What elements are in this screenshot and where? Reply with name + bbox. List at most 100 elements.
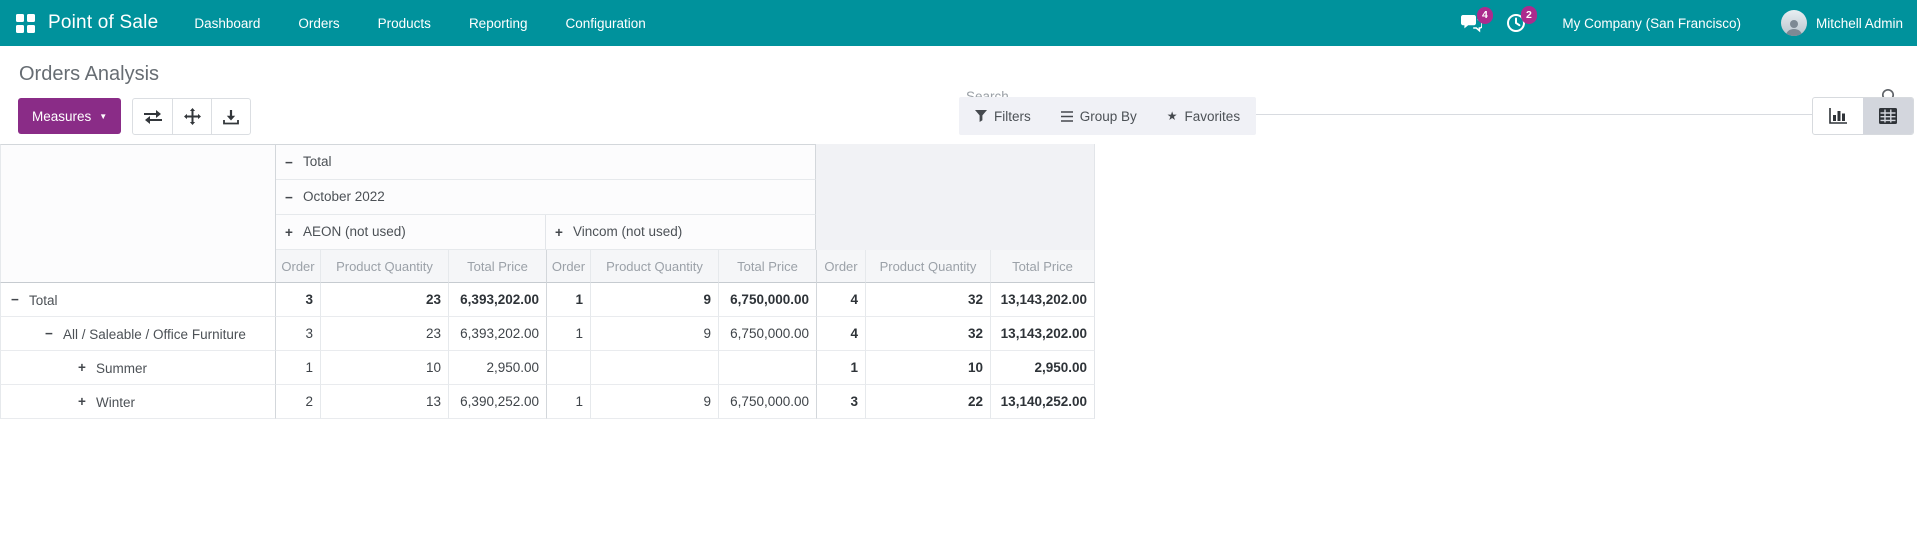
menu-item-dashboard[interactable]: Dashboard	[175, 2, 279, 45]
measure-product-quantity[interactable]: Product Quantity	[590, 250, 718, 283]
user-menu[interactable]: Mitchell Admin	[1816, 16, 1903, 31]
cell[interactable]: 32	[865, 317, 990, 351]
expand-all-button[interactable]	[172, 99, 211, 134]
row-header-all-saleable-office-furniture[interactable]: −All / Saleable / Office Furniture	[0, 317, 276, 351]
pivot-header-spacer	[816, 144, 1095, 250]
cell[interactable]: 4	[816, 283, 865, 317]
row-header-summer[interactable]: +Summer	[0, 351, 276, 385]
filters-dropdown[interactable]: Filters	[975, 109, 1031, 124]
cell[interactable]: 2,950.00	[448, 351, 546, 385]
cell[interactable]: 9	[590, 385, 718, 419]
cell[interactable]: 1	[546, 283, 590, 317]
cell[interactable]: 9	[590, 283, 718, 317]
activities-count-badge: 2	[1521, 6, 1538, 24]
measure-total-price[interactable]: Total Price	[718, 250, 816, 283]
measures-button-label: Measures	[32, 109, 91, 124]
cell[interactable]: 9	[590, 317, 718, 351]
cell[interactable]: 1	[546, 317, 590, 351]
messages-button[interactable]: 4	[1461, 14, 1482, 33]
cell[interactable]: 1	[546, 385, 590, 419]
menu-item-configuration[interactable]: Configuration	[546, 2, 664, 45]
favorites-dropdown[interactable]: ★ Favorites	[1167, 109, 1240, 124]
expand-icon[interactable]: +	[283, 225, 295, 240]
cell[interactable]: 32	[865, 283, 990, 317]
cell[interactable]: 22	[865, 385, 990, 419]
messages-count-badge: 4	[1477, 7, 1494, 25]
cell[interactable]: 13,143,202.00	[990, 283, 1095, 317]
company-switcher[interactable]: My Company (San Francisco)	[1562, 16, 1741, 31]
cell[interactable]: 6,390,252.00	[448, 385, 546, 419]
cell[interactable]: 1	[816, 351, 865, 385]
cell[interactable]	[718, 351, 816, 385]
page-title: Orders Analysis	[19, 63, 159, 86]
menu-item-products[interactable]: Products	[359, 2, 450, 45]
col-header-total[interactable]: −Total	[276, 144, 816, 180]
cell[interactable]: 6,393,202.00	[448, 283, 546, 317]
pivot-corner-cell	[0, 144, 276, 283]
measure-order[interactable]: Order	[546, 250, 590, 283]
expand-all-icon	[184, 108, 201, 125]
favorites-label: Favorites	[1185, 109, 1241, 124]
control-panel: Orders Analysis Measures ▼	[0, 46, 1917, 144]
funnel-icon	[975, 110, 987, 122]
cell[interactable]: 23	[320, 283, 448, 317]
view-switcher	[1812, 97, 1914, 135]
col-header-october-2022[interactable]: −October 2022	[276, 180, 816, 215]
collapse-icon[interactable]: −	[9, 292, 21, 307]
collapse-icon[interactable]: −	[283, 155, 295, 170]
measure-order[interactable]: Order	[816, 250, 865, 283]
cell[interactable]: 23	[320, 317, 448, 351]
row-header-winter[interactable]: +Winter	[0, 385, 276, 419]
download-button[interactable]	[211, 99, 250, 134]
cell[interactable]: 2,950.00	[990, 351, 1095, 385]
col-header-vincom[interactable]: +Vincom (not used)	[546, 215, 816, 250]
pivot-view-button[interactable]	[1863, 98, 1913, 134]
cell[interactable]	[546, 351, 590, 385]
search-options-bar: Filters Group By ★ Favorites	[959, 97, 1256, 135]
cell[interactable]: 6,393,202.00	[448, 317, 546, 351]
cell[interactable]: 10	[865, 351, 990, 385]
graph-view-button[interactable]	[1813, 98, 1863, 134]
cell[interactable]	[590, 351, 718, 385]
table-row: −All / Saleable / Office Furniture 3 23 …	[0, 317, 1095, 351]
apps-grid-icon[interactable]	[16, 14, 35, 33]
measure-total-price[interactable]: Total Price	[990, 250, 1095, 283]
group-by-dropdown[interactable]: Group By	[1061, 109, 1137, 124]
avatar[interactable]	[1781, 10, 1807, 36]
group-by-label: Group By	[1080, 109, 1137, 124]
row-header-total[interactable]: −Total	[0, 283, 276, 317]
cell[interactable]: 3	[276, 317, 320, 351]
flip-axis-button[interactable]	[133, 99, 172, 134]
app-title[interactable]: Point of Sale	[48, 12, 158, 34]
cell[interactable]: 10	[320, 351, 448, 385]
collapse-icon[interactable]: −	[43, 326, 55, 341]
activities-button[interactable]: 2	[1506, 13, 1526, 33]
cell[interactable]: 6,750,000.00	[718, 283, 816, 317]
pivot-table: −Total −October 2022 +AEON (not used) +V…	[0, 144, 1095, 419]
measures-button[interactable]: Measures ▼	[18, 98, 121, 134]
cell[interactable]: 6,750,000.00	[718, 317, 816, 351]
cell[interactable]: 13,140,252.00	[990, 385, 1095, 419]
cell[interactable]: 4	[816, 317, 865, 351]
expand-icon[interactable]: +	[76, 394, 88, 409]
cell[interactable]: 13	[320, 385, 448, 419]
cell[interactable]: 1	[276, 351, 320, 385]
expand-icon[interactable]: +	[76, 360, 88, 375]
chevron-down-icon: ▼	[99, 111, 107, 121]
pivot-toolbar	[132, 98, 251, 135]
measure-product-quantity[interactable]: Product Quantity	[320, 250, 448, 283]
cell[interactable]: 3	[816, 385, 865, 419]
cell[interactable]: 2	[276, 385, 320, 419]
main-menu: Dashboard Orders Products Reporting Conf…	[175, 2, 664, 45]
cell[interactable]: 13,143,202.00	[990, 317, 1095, 351]
measure-order[interactable]: Order	[276, 250, 320, 283]
cell[interactable]: 3	[276, 283, 320, 317]
measure-product-quantity[interactable]: Product Quantity	[865, 250, 990, 283]
menu-item-orders[interactable]: Orders	[279, 2, 358, 45]
collapse-icon[interactable]: −	[283, 190, 295, 205]
measure-total-price[interactable]: Total Price	[448, 250, 546, 283]
expand-icon[interactable]: +	[553, 225, 565, 240]
col-header-aeon[interactable]: +AEON (not used)	[276, 215, 546, 250]
menu-item-reporting[interactable]: Reporting	[450, 2, 547, 45]
cell[interactable]: 6,750,000.00	[718, 385, 816, 419]
